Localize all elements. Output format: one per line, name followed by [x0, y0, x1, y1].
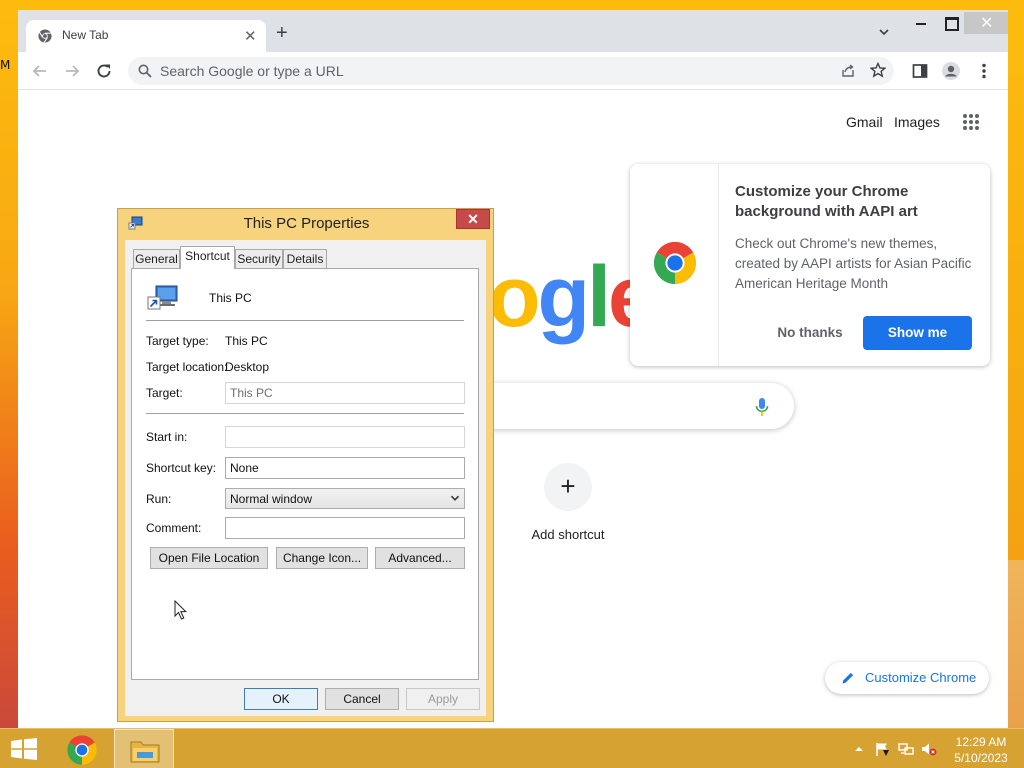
- tab-details[interactable]: Details: [283, 249, 327, 268]
- tab-security[interactable]: Security: [235, 249, 283, 268]
- tab-close-icon[interactable]: ✕: [244, 27, 257, 45]
- taskbar-clock[interactable]: 12:29 AM 5/10/2023: [950, 734, 1012, 766]
- maximize-button[interactable]: [936, 12, 964, 34]
- promo-card: Customize your Chrome background with AA…: [630, 164, 990, 366]
- apply-button: Apply: [406, 688, 480, 710]
- clock-time: 12:29 AM: [955, 735, 1007, 749]
- promo-body: Check out Chrome's new themes, created b…: [735, 236, 972, 291]
- tab-shortcut[interactable]: Shortcut: [180, 246, 235, 269]
- target-type-value: This PC: [225, 334, 268, 348]
- forward-arrow-icon[interactable]: [62, 61, 82, 81]
- side-panel-icon[interactable]: [910, 61, 930, 81]
- windows-start-icon[interactable]: [10, 738, 38, 760]
- close-icon: ✕: [467, 211, 479, 227]
- run-select-value: Normal window: [230, 492, 313, 506]
- add-shortcut-label: Add shortcut: [531, 527, 605, 542]
- close-icon: ✕: [980, 15, 994, 32]
- chrome-favicon-icon: [38, 29, 52, 43]
- customize-chrome-button[interactable]: Customize Chrome: [825, 662, 989, 694]
- new-tab-button[interactable]: +: [276, 23, 288, 43]
- target-type-label: Target type:: [146, 334, 209, 348]
- dialog-body: General Shortcut Security Details This P…: [125, 240, 486, 716]
- run-label: Run:: [146, 492, 172, 506]
- customize-chrome-label: Customize Chrome: [865, 670, 977, 685]
- images-link[interactable]: Images: [894, 114, 940, 130]
- gmail-link[interactable]: Gmail: [846, 114, 883, 130]
- tab-search-chevron-icon[interactable]: [878, 26, 890, 38]
- action-center-flag-icon[interactable]: [874, 741, 890, 757]
- start-in-label: Start in:: [146, 430, 188, 444]
- target-location-value: Desktop: [225, 360, 270, 374]
- taskbar: 12:29 AM 5/10/2023: [0, 728, 1024, 768]
- file-explorer-icon: [130, 741, 160, 763]
- wallpaper-left-band: [0, 0, 18, 728]
- taskbar-file-explorer-button[interactable]: [114, 729, 174, 768]
- promo-divider: [718, 164, 719, 366]
- google-apps-grid-icon[interactable]: [962, 113, 980, 131]
- advanced-button[interactable]: Advanced...: [375, 547, 465, 569]
- show-hidden-icons-chevron-icon[interactable]: [851, 741, 867, 757]
- tab-general[interactable]: General: [133, 249, 180, 268]
- cancel-button[interactable]: Cancel: [325, 688, 399, 710]
- network-icon[interactable]: [898, 741, 914, 757]
- pencil-icon: [842, 672, 854, 684]
- tab-title: New Tab: [62, 28, 109, 42]
- share-icon[interactable]: [840, 63, 856, 79]
- no-thanks-button[interactable]: No thanks: [760, 316, 860, 350]
- this-pc-icon: [147, 285, 178, 310]
- google-logo: ogle: [488, 249, 656, 345]
- chrome-logo-icon: [67, 735, 97, 765]
- reload-icon[interactable]: [94, 61, 114, 81]
- promo-title: Customize your Chrome background with AA…: [735, 183, 918, 220]
- dialog-close-button[interactable]: ✕: [456, 209, 490, 229]
- shortcut-key-field[interactable]: None: [225, 457, 465, 479]
- minimize-button[interactable]: [908, 12, 936, 34]
- volume-muted-icon[interactable]: [921, 741, 937, 757]
- shortcut-name: This PC: [209, 291, 252, 305]
- dialog-title: This PC Properties: [243, 215, 370, 232]
- add-shortcut-button[interactable]: +: [544, 463, 592, 511]
- back-arrow-icon[interactable]: [30, 61, 50, 81]
- ok-button[interactable]: OK: [244, 688, 318, 710]
- chrome-toolbar: Search Google or type a URL: [18, 52, 1008, 90]
- target-field: This PC: [225, 382, 465, 404]
- target-label: Target:: [146, 386, 183, 400]
- close-window-button[interactable]: ✕: [964, 12, 1008, 34]
- taskbar-chrome-button[interactable]: [52, 729, 112, 768]
- change-icon-button[interactable]: Change Icon...: [276, 547, 368, 569]
- comment-field[interactable]: [225, 517, 465, 539]
- clock-date: 5/10/2023: [954, 751, 1008, 765]
- run-select[interactable]: Normal window: [225, 488, 465, 509]
- profile-avatar-icon[interactable]: [941, 61, 961, 81]
- chrome-titlebar: New Tab ✕ + ✕: [18, 10, 1008, 52]
- chevron-down-icon: [450, 495, 460, 501]
- target-location-label: Target location:: [146, 360, 228, 374]
- mouse-cursor-icon: [174, 600, 188, 620]
- open-file-location-button[interactable]: Open File Location: [150, 547, 268, 569]
- chrome-logo-icon: [653, 241, 697, 285]
- separator: [146, 320, 464, 321]
- microphone-icon[interactable]: [755, 397, 769, 417]
- plus-icon: +: [560, 471, 576, 501]
- desktop-edge-text: M: [0, 58, 11, 72]
- menu-kebab-icon[interactable]: [974, 61, 994, 81]
- bookmark-star-icon[interactable]: [870, 62, 886, 78]
- search-icon: [138, 64, 152, 78]
- separator: [146, 413, 464, 414]
- omnibox[interactable]: Search Google or type a URL: [128, 57, 894, 85]
- comment-label: Comment:: [146, 521, 202, 535]
- show-me-button[interactable]: Show me: [863, 316, 972, 350]
- tab-new-tab[interactable]: New Tab ✕: [26, 20, 266, 52]
- properties-dialog: This PC Properties ✕ General Shortcut Se…: [117, 208, 494, 722]
- shortcut-key-label: Shortcut key:: [146, 461, 217, 475]
- start-in-field: [225, 426, 465, 448]
- omnibox-placeholder: Search Google or type a URL: [160, 63, 344, 79]
